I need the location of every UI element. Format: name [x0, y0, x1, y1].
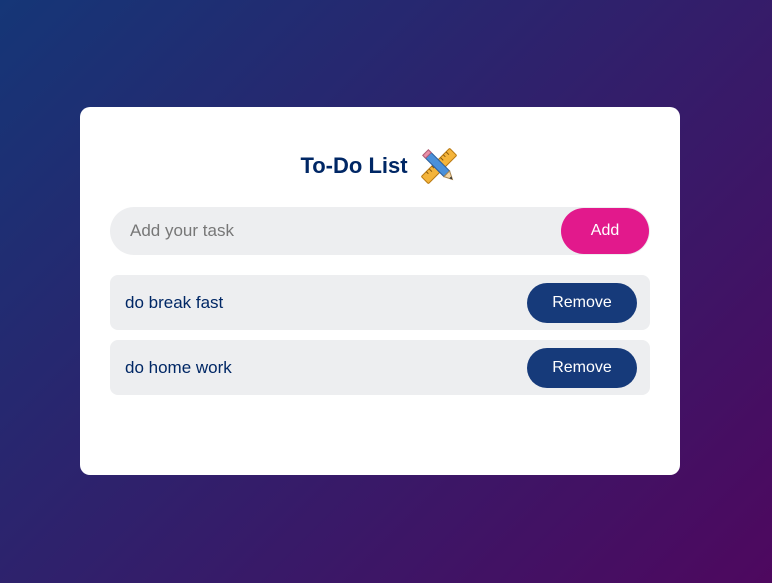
list-item: do break fast Remove: [110, 275, 650, 330]
todo-card: To-Do List Add your task Add do break fa…: [80, 107, 680, 475]
list-item: do home work Remove: [110, 340, 650, 395]
task-input[interactable]: [110, 207, 561, 255]
page-title: To-Do List: [300, 153, 408, 178]
pencil-ruler-icon: [418, 145, 460, 187]
remove-button[interactable]: Remove: [527, 347, 637, 388]
add-task-row: Add: [110, 207, 650, 255]
remove-button[interactable]: Remove: [527, 282, 637, 323]
task-text: do break fast: [125, 292, 224, 312]
task-list: do break fast Remove do home work Remove: [110, 275, 650, 395]
task-text: do home work: [125, 357, 232, 377]
add-button[interactable]: Add: [561, 208, 649, 254]
header: To-Do List: [110, 145, 650, 187]
